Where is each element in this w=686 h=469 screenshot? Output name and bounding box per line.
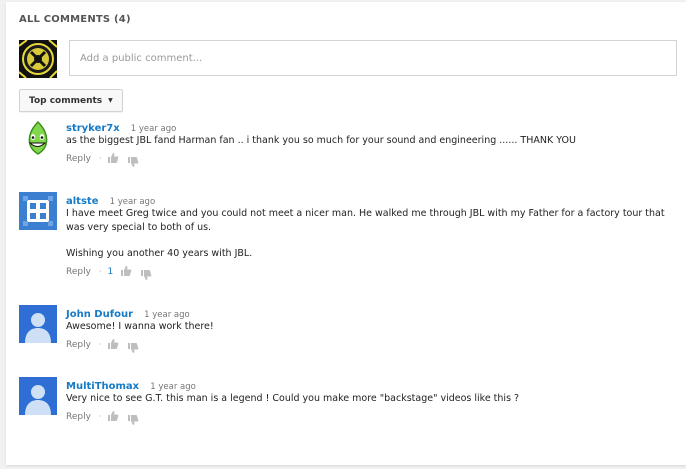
comment-paragraph: Very nice to see G.T. this man is a lege…	[66, 393, 520, 404]
avatar[interactable]	[19, 119, 57, 157]
thumb-up-icon[interactable]	[107, 152, 119, 164]
thumb-down-icon[interactable]	[127, 156, 139, 168]
actions-separator: ·	[98, 340, 102, 349]
thumb-down-icon[interactable]	[127, 414, 139, 426]
reply-button[interactable]: Reply	[66, 340, 91, 350]
default-user-avatar-icon	[19, 377, 57, 415]
avatar[interactable]	[19, 305, 57, 343]
like-count: 1	[107, 266, 114, 277]
comment-meta: MultiThomax 1 year ago	[66, 377, 669, 392]
leaf-avatar-icon	[19, 119, 57, 157]
comment-input[interactable]	[80, 41, 666, 75]
comment-body: John Dufour 1 year ago Awesome! I wanna …	[66, 305, 669, 354]
comment-body: stryker7x 1 year ago as the biggest JBL …	[66, 119, 669, 168]
comments-count-heading: ALL COMMENTS (4)	[19, 14, 131, 25]
avatar[interactable]	[19, 377, 57, 415]
own-channel-avatar[interactable]	[19, 40, 57, 78]
thumb-up-icon[interactable]	[107, 410, 119, 422]
comment-actions: Reply ·	[66, 338, 669, 354]
avatar[interactable]	[19, 192, 57, 230]
comment-timestamp[interactable]: 1 year ago	[144, 310, 190, 320]
comment-text: Very nice to see G.T. this man is a lege…	[66, 392, 666, 406]
comment-author-link[interactable]: MultiThomax	[66, 381, 139, 392]
comment-actions: Reply ·	[66, 410, 669, 426]
thumb-down-icon[interactable]	[140, 269, 152, 281]
comment-paragraph: Awesome! I wanna work there!	[66, 321, 214, 332]
default-user-avatar-icon	[19, 305, 57, 343]
comment-meta: John Dufour 1 year ago	[66, 305, 669, 320]
reply-button[interactable]: Reply	[66, 267, 91, 277]
sort-comments-dropdown[interactable]: Top comments ▼	[19, 89, 123, 112]
actions-separator: ·	[98, 154, 102, 163]
comment-text: Awesome! I wanna work there!	[66, 320, 666, 334]
thumb-down-icon[interactable]	[127, 342, 139, 354]
comment-paragraph: I have meet Greg twice and you could not…	[66, 208, 665, 233]
comment-author-link[interactable]: stryker7x	[66, 123, 120, 134]
comment-paragraph: as the biggest JBL fand Harman fan .. i …	[66, 135, 576, 146]
thumb-up-icon[interactable]	[107, 338, 119, 350]
actions-separator: ·	[98, 412, 102, 421]
comment-meta: altste 1 year ago	[66, 192, 669, 207]
comment-actions: Reply ·	[66, 152, 669, 168]
comments-panel: ALL COMMENTS (4) Top comments ▼	[6, 2, 686, 465]
comment-actions: Reply · 1	[66, 265, 669, 281]
reply-button[interactable]: Reply	[66, 412, 91, 422]
comment-input-box[interactable]	[69, 40, 677, 76]
caret-down-icon: ▼	[108, 97, 113, 104]
comment-body: MultiThomax 1 year ago Very nice to see …	[66, 377, 669, 426]
actions-separator: ·	[98, 267, 102, 276]
sort-label: Top comments	[29, 95, 103, 106]
channel-logo-icon	[19, 40, 57, 78]
comment-author-link[interactable]: John Dufour	[66, 309, 133, 320]
identicon-avatar-icon	[19, 192, 57, 230]
comment-text: as the biggest JBL fand Harman fan .. i …	[66, 134, 666, 148]
comment-author-link[interactable]: altste	[66, 196, 98, 207]
thumb-up-icon[interactable]	[120, 265, 132, 277]
comment-timestamp[interactable]: 1 year ago	[110, 197, 156, 207]
comment-paragraph: Wishing you another 40 years with JBL.	[66, 248, 253, 259]
comment-meta: stryker7x 1 year ago	[66, 119, 669, 134]
comment-body: altste 1 year ago I have meet Greg twice…	[66, 192, 669, 281]
reply-button[interactable]: Reply	[66, 154, 91, 164]
comment-text: I have meet Greg twice and you could not…	[66, 207, 666, 261]
comment-timestamp[interactable]: 1 year ago	[150, 382, 196, 392]
comment-timestamp[interactable]: 1 year ago	[131, 124, 177, 134]
